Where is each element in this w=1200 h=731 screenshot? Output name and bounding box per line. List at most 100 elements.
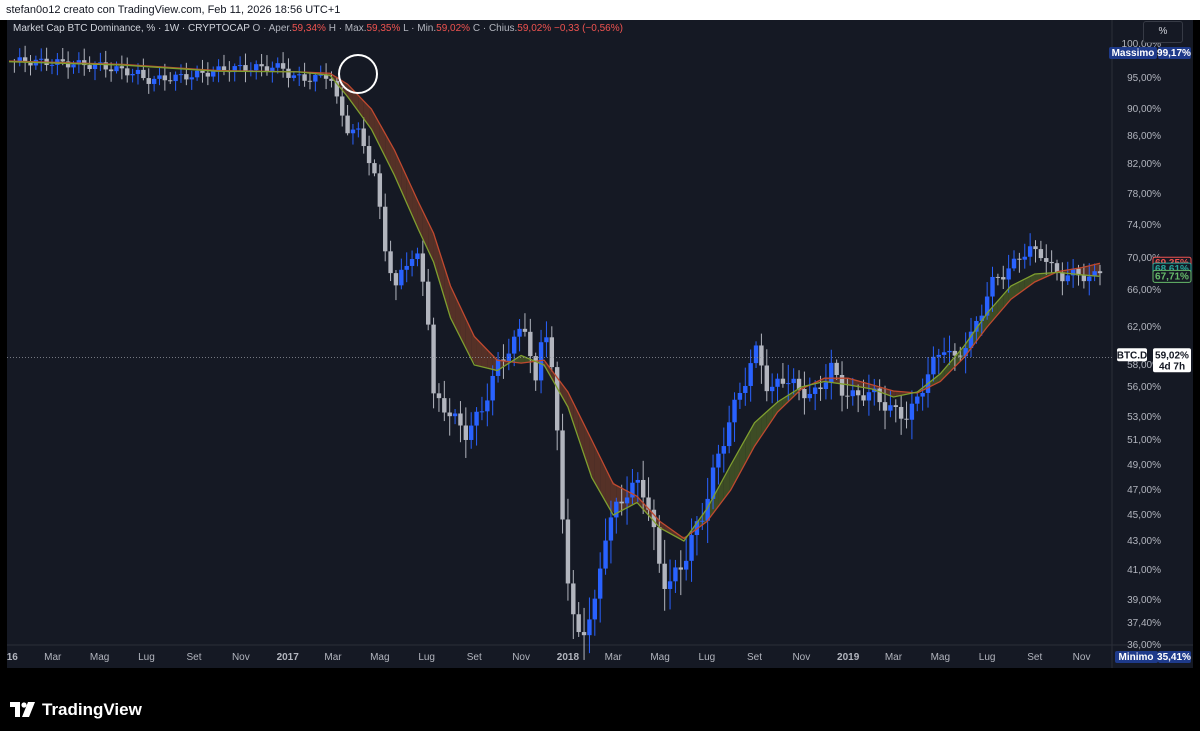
candle-body: [39, 58, 44, 60]
candle-body: [388, 251, 393, 274]
candle-body: [205, 72, 211, 77]
candle-body: [769, 386, 775, 392]
price-tick-label: 47,00%: [1127, 485, 1161, 496]
candle-body: [657, 527, 662, 564]
candle-body: [807, 393, 812, 399]
price-tick-label: 39,00%: [1127, 595, 1161, 606]
candle-body: [587, 619, 592, 636]
max-label: Massimo: [1112, 48, 1155, 59]
candle-body: [834, 362, 839, 376]
max-value: 99,17%: [1157, 48, 1191, 59]
candle-body: [313, 74, 318, 82]
last-price-countdown: 4d 7h: [1159, 361, 1185, 372]
last-price-value: 59,02%: [1155, 350, 1189, 361]
candle-body: [189, 77, 194, 80]
candle-body: [818, 387, 823, 390]
candle-body: [399, 269, 404, 286]
percent-scale-button[interactable]: %: [1143, 21, 1183, 43]
candle-body: [1081, 275, 1087, 282]
legend-close-label: C · Chius.: [472, 23, 518, 34]
candle-body: [280, 63, 286, 69]
candle-body: [162, 75, 168, 81]
candle-body: [404, 265, 409, 270]
price-tick-label: 82,00%: [1127, 159, 1161, 170]
price-tick-label: 66,00%: [1127, 285, 1161, 296]
candle-body: [786, 383, 791, 385]
candle-body: [990, 276, 995, 297]
candle-body: [640, 479, 646, 498]
tradingview-logo-icon: [10, 702, 35, 717]
time-tick-label: Mag: [90, 652, 109, 663]
candle-body: [581, 632, 587, 636]
candle-body: [372, 163, 377, 174]
candle-body: [619, 501, 624, 504]
candle-body: [168, 80, 173, 82]
candle-body: [780, 378, 786, 384]
candle-body: [200, 70, 205, 73]
min-label: Minimo: [1119, 652, 1154, 663]
chart-pane[interactable]: 100,00% 95,00% 90,00% 86,00% 82,00% 78,00% 74,…: [7, 20, 1193, 668]
time-tick-label: 2017: [277, 652, 300, 663]
candle-body: [893, 405, 898, 407]
snapshot-caption: stefan0o12 creato con TradingView.com, F…: [6, 4, 341, 16]
time-tick-label: Mag: [931, 652, 950, 663]
candle-body: [442, 398, 447, 413]
price-tick-label: 37,40%: [1127, 618, 1161, 629]
candle-body: [748, 363, 753, 386]
candle-body: [1044, 258, 1049, 262]
tradingview-logo-text: TradingView: [42, 700, 142, 719]
time-tick-label: Lug: [699, 652, 716, 663]
candle-body: [409, 259, 415, 266]
candle-body: [479, 411, 485, 413]
time-tick-label: Set: [467, 652, 482, 663]
candle-body: [254, 64, 259, 71]
candle-body: [866, 392, 872, 401]
candle-body: [898, 406, 904, 419]
candle-body: [592, 598, 598, 620]
time-tick-label: 2019: [837, 652, 860, 663]
candle-body: [511, 336, 517, 354]
candle-body: [753, 345, 759, 364]
candle-body: [1017, 258, 1022, 260]
candle-body: [759, 345, 764, 366]
candle-body: [855, 390, 861, 396]
snapshot-header: stefan0o12 creato con TradingView.com, F…: [0, 0, 1200, 20]
candle-body: [302, 74, 307, 81]
candle-body: [108, 69, 114, 72]
price-tick-label: 51,00%: [1127, 435, 1161, 446]
candle-body: [624, 497, 630, 504]
candle-body: [1001, 277, 1006, 280]
badge-ema-fast-text: 67,71%: [1155, 271, 1189, 282]
candle-body: [141, 69, 146, 79]
candle-body: [383, 206, 388, 252]
time-tick-label: Mar: [885, 652, 903, 663]
series-legend: Market Cap BTC Dominance, % · 1W · CRYPT…: [13, 23, 623, 34]
candle-body: [549, 337, 555, 368]
candle-body: [275, 63, 280, 68]
candle-body: [861, 395, 866, 401]
price-tick-label: 62,00%: [1127, 322, 1161, 333]
candle-body: [426, 281, 431, 325]
candle-body: [485, 400, 490, 412]
legend-open-label: O · Aper.: [252, 23, 292, 34]
candle-body: [700, 520, 705, 522]
candle-body: [49, 64, 55, 66]
candle-body: [845, 395, 850, 397]
candle-body: [71, 64, 76, 68]
candle-body: [732, 399, 737, 423]
candle-body: [458, 413, 463, 426]
candle-body: [259, 64, 264, 67]
min-value: 35,41%: [1157, 652, 1191, 663]
price-tick-label: 90,00%: [1127, 104, 1161, 115]
tradingview-logo[interactable]: TradingView: [10, 700, 142, 720]
chart-svg[interactable]: 100,00%95,00%90,00%86,00%82,00%78,00%74,…: [7, 20, 1193, 668]
candle-body: [436, 393, 442, 399]
candle-body: [614, 501, 619, 518]
time-tick-label: Lug: [418, 652, 435, 663]
candle-body: [1038, 249, 1044, 259]
candle-body: [297, 74, 302, 76]
candle-body: [791, 378, 796, 384]
time-tick-label: Mar: [605, 652, 623, 663]
candle-body: [125, 68, 130, 76]
candle-body: [764, 365, 769, 392]
